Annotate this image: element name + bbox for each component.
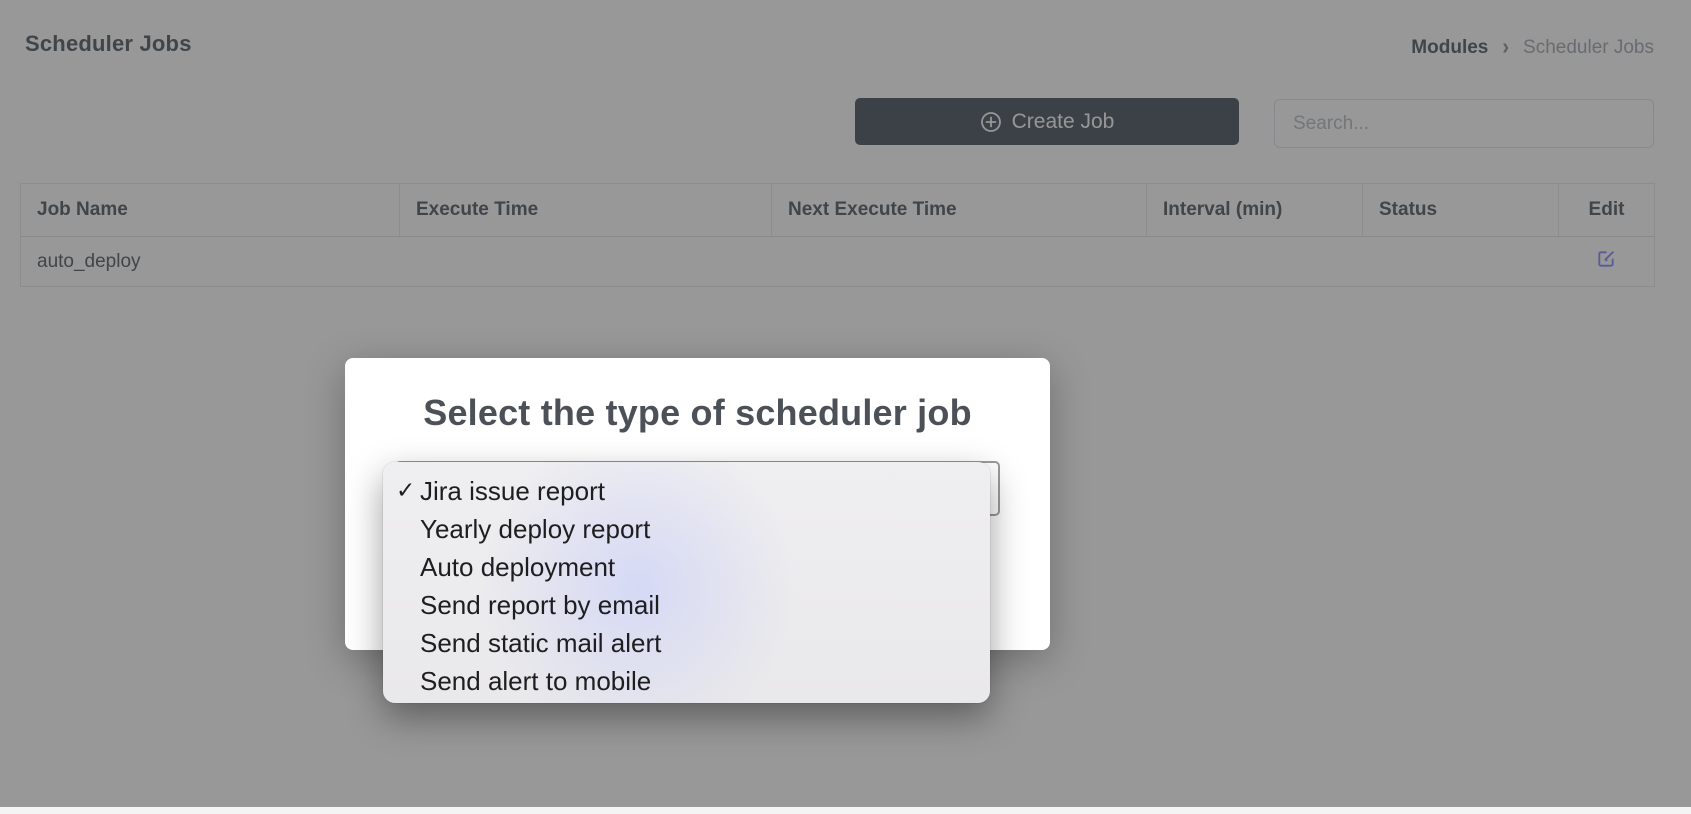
menu-option-yearly-deploy-report[interactable]: Yearly deploy report (383, 510, 990, 548)
menu-option-send-alert-to-mobile[interactable]: Send alert to mobile (383, 662, 990, 700)
checkmark-icon: ✓ (396, 472, 415, 510)
menu-option-send-static-mail-alert[interactable]: Send static mail alert (383, 624, 990, 662)
menu-option-auto-deployment[interactable]: Auto deployment (383, 548, 990, 586)
job-type-dropdown-menu: ✓ Jira issue report Yearly deploy report… (383, 462, 990, 703)
modal-title: Select the type of scheduler job (345, 392, 1050, 434)
menu-option-send-report-by-email[interactable]: Send report by email (383, 586, 990, 624)
menu-option-jira-issue-report[interactable]: ✓ Jira issue report (383, 472, 990, 510)
window-bottom-edge (0, 807, 1691, 814)
scheduler-jobs-page: Scheduler Jobs Modules › Scheduler Jobs … (0, 0, 1691, 814)
